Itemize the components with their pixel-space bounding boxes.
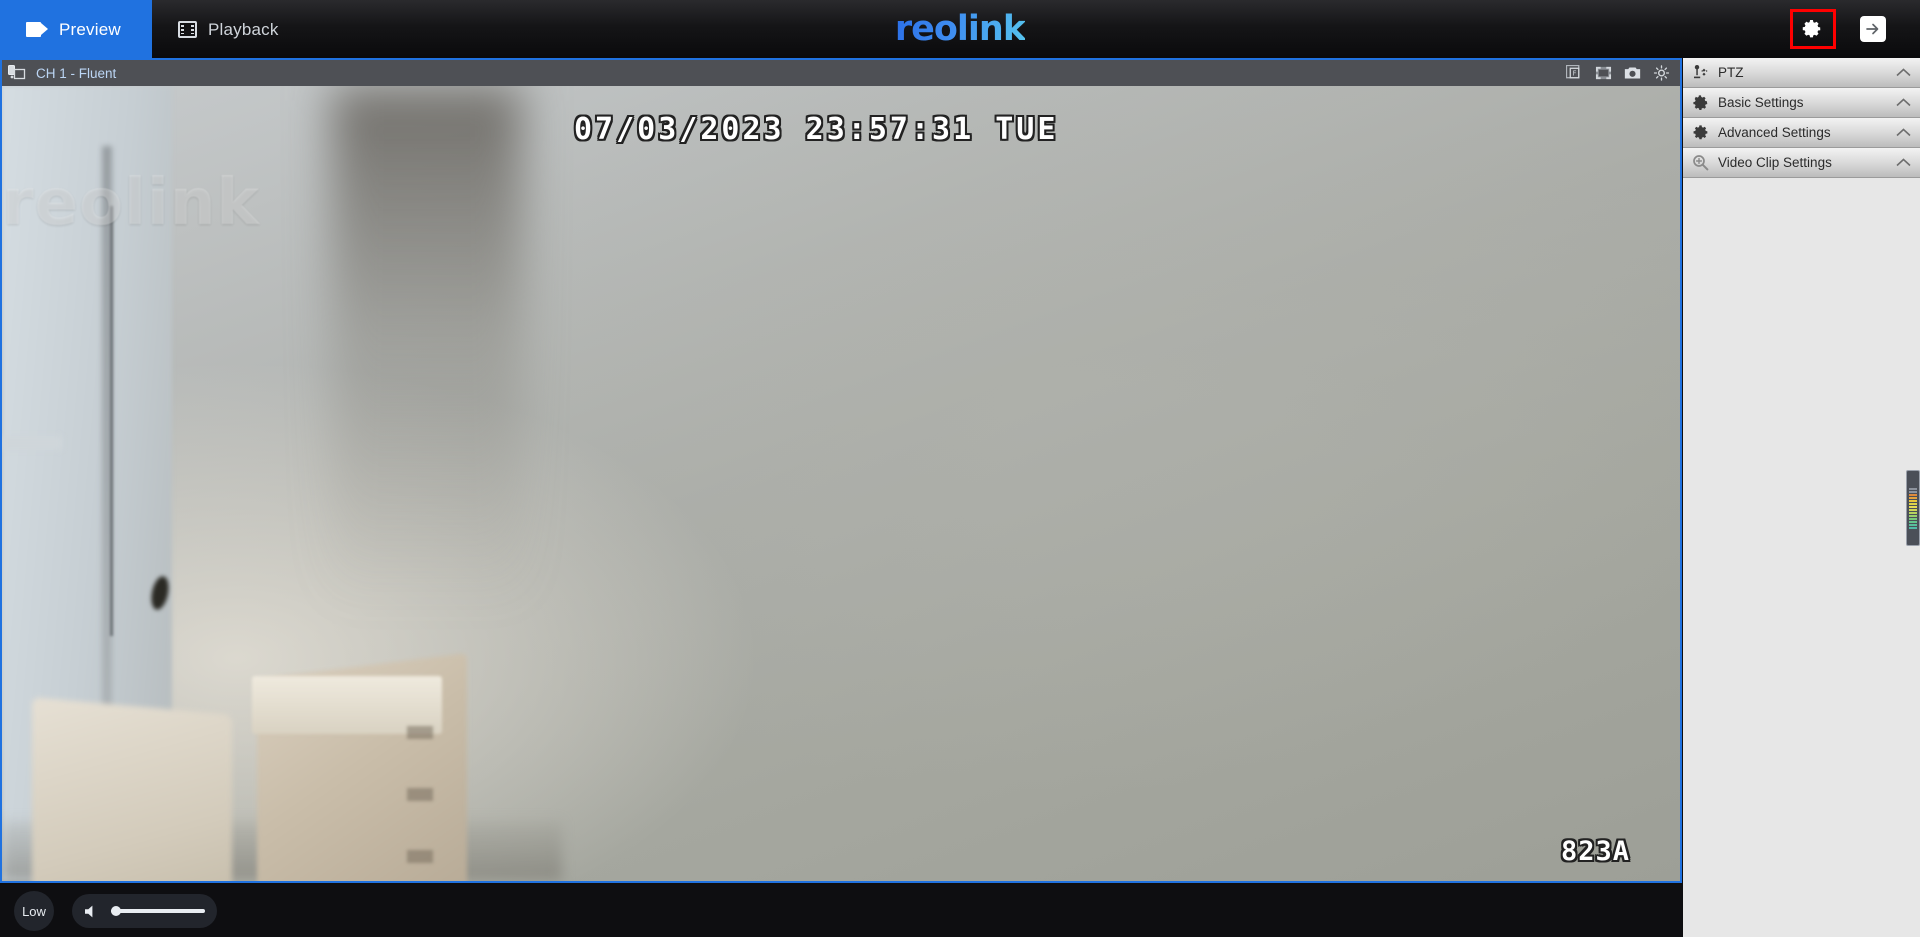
app-logo-text: reolink bbox=[894, 9, 1026, 49]
channel-title-bar: CH 1 - Fluent F bbox=[2, 60, 1680, 86]
tab-preview-label: Preview bbox=[59, 19, 121, 39]
panel-resize-handle[interactable] bbox=[1906, 470, 1920, 546]
magnifier-plus-icon bbox=[1692, 154, 1709, 171]
sidebar-item-basic-settings-label: Basic Settings bbox=[1718, 95, 1804, 110]
sidebar-item-video-clip-settings[interactable]: Video Clip Settings bbox=[1683, 148, 1920, 178]
channel-label: CH 1 - Fluent bbox=[36, 65, 117, 81]
tab-preview[interactable]: Preview bbox=[0, 0, 152, 58]
video-camera-name-overlay: 823A bbox=[1560, 836, 1630, 867]
topbar-right-actions bbox=[1790, 0, 1920, 58]
sidebar-item-video-clip-settings-label: Video Clip Settings bbox=[1718, 155, 1832, 170]
arrow-right-icon bbox=[1866, 23, 1879, 35]
sidebar-item-ptz[interactable]: PTZ bbox=[1683, 58, 1920, 88]
chevron-up-icon[interactable] bbox=[1896, 125, 1911, 140]
settings-sidebar: PTZ Basic Settings Advanced Settings Vid… bbox=[1683, 58, 1920, 937]
sidebar-item-advanced-settings[interactable]: Advanced Settings bbox=[1683, 118, 1920, 148]
sidebar-item-basic-settings[interactable]: Basic Settings bbox=[1683, 88, 1920, 118]
snapshot-camera-icon[interactable] bbox=[1624, 65, 1641, 81]
video-preview-panel: CH 1 - Fluent F reolink 07/03/2023 23:57… bbox=[0, 58, 1682, 883]
gear-cog-icon bbox=[1692, 124, 1709, 141]
top-navigation-bar: Preview Playback reolink bbox=[0, 0, 1920, 58]
video-timestamp-overlay: 07/03/2023 23:57:31 TUE bbox=[574, 112, 1059, 147]
gear-icon bbox=[1802, 19, 1821, 38]
sidebar-item-advanced-settings-label: Advanced Settings bbox=[1718, 125, 1831, 140]
video-camera-icon bbox=[26, 21, 48, 37]
svg-text:F: F bbox=[1573, 70, 1577, 78]
tab-playback-label: Playback bbox=[208, 19, 279, 39]
volume-slider-knob[interactable] bbox=[111, 906, 121, 916]
stream-quality-button[interactable]: Low bbox=[14, 891, 54, 931]
channel-toolbar: F bbox=[1566, 65, 1670, 81]
stream-quality-label: Low bbox=[22, 903, 46, 919]
settings-button[interactable] bbox=[1790, 9, 1836, 49]
ptz-joystick-icon bbox=[1692, 64, 1709, 81]
sidebar-item-ptz-label: PTZ bbox=[1718, 65, 1744, 80]
screen-stream-icon bbox=[8, 65, 26, 80]
film-strip-icon bbox=[178, 20, 197, 38]
tab-playback[interactable]: Playback bbox=[152, 0, 305, 58]
volume-control[interactable] bbox=[72, 894, 217, 928]
speaker-icon[interactable] bbox=[84, 904, 101, 919]
video-watermark: reolink bbox=[2, 166, 260, 240]
chevron-up-icon[interactable] bbox=[1896, 155, 1911, 170]
video-stream-canvas[interactable]: reolink 07/03/2023 23:57:31 TUE 823A bbox=[2, 86, 1680, 881]
chevron-up-icon[interactable] bbox=[1896, 95, 1911, 110]
fullscreen-icon[interactable] bbox=[1595, 65, 1612, 81]
gear-icon bbox=[1692, 94, 1709, 111]
fluent-stream-icon[interactable]: F bbox=[1566, 65, 1583, 81]
playback-control-bar: Low bbox=[0, 885, 1682, 937]
brightness-icon[interactable] bbox=[1653, 65, 1670, 81]
volume-slider-track[interactable] bbox=[111, 906, 205, 916]
chevron-up-icon[interactable] bbox=[1896, 65, 1911, 80]
logout-button[interactable] bbox=[1860, 16, 1886, 42]
